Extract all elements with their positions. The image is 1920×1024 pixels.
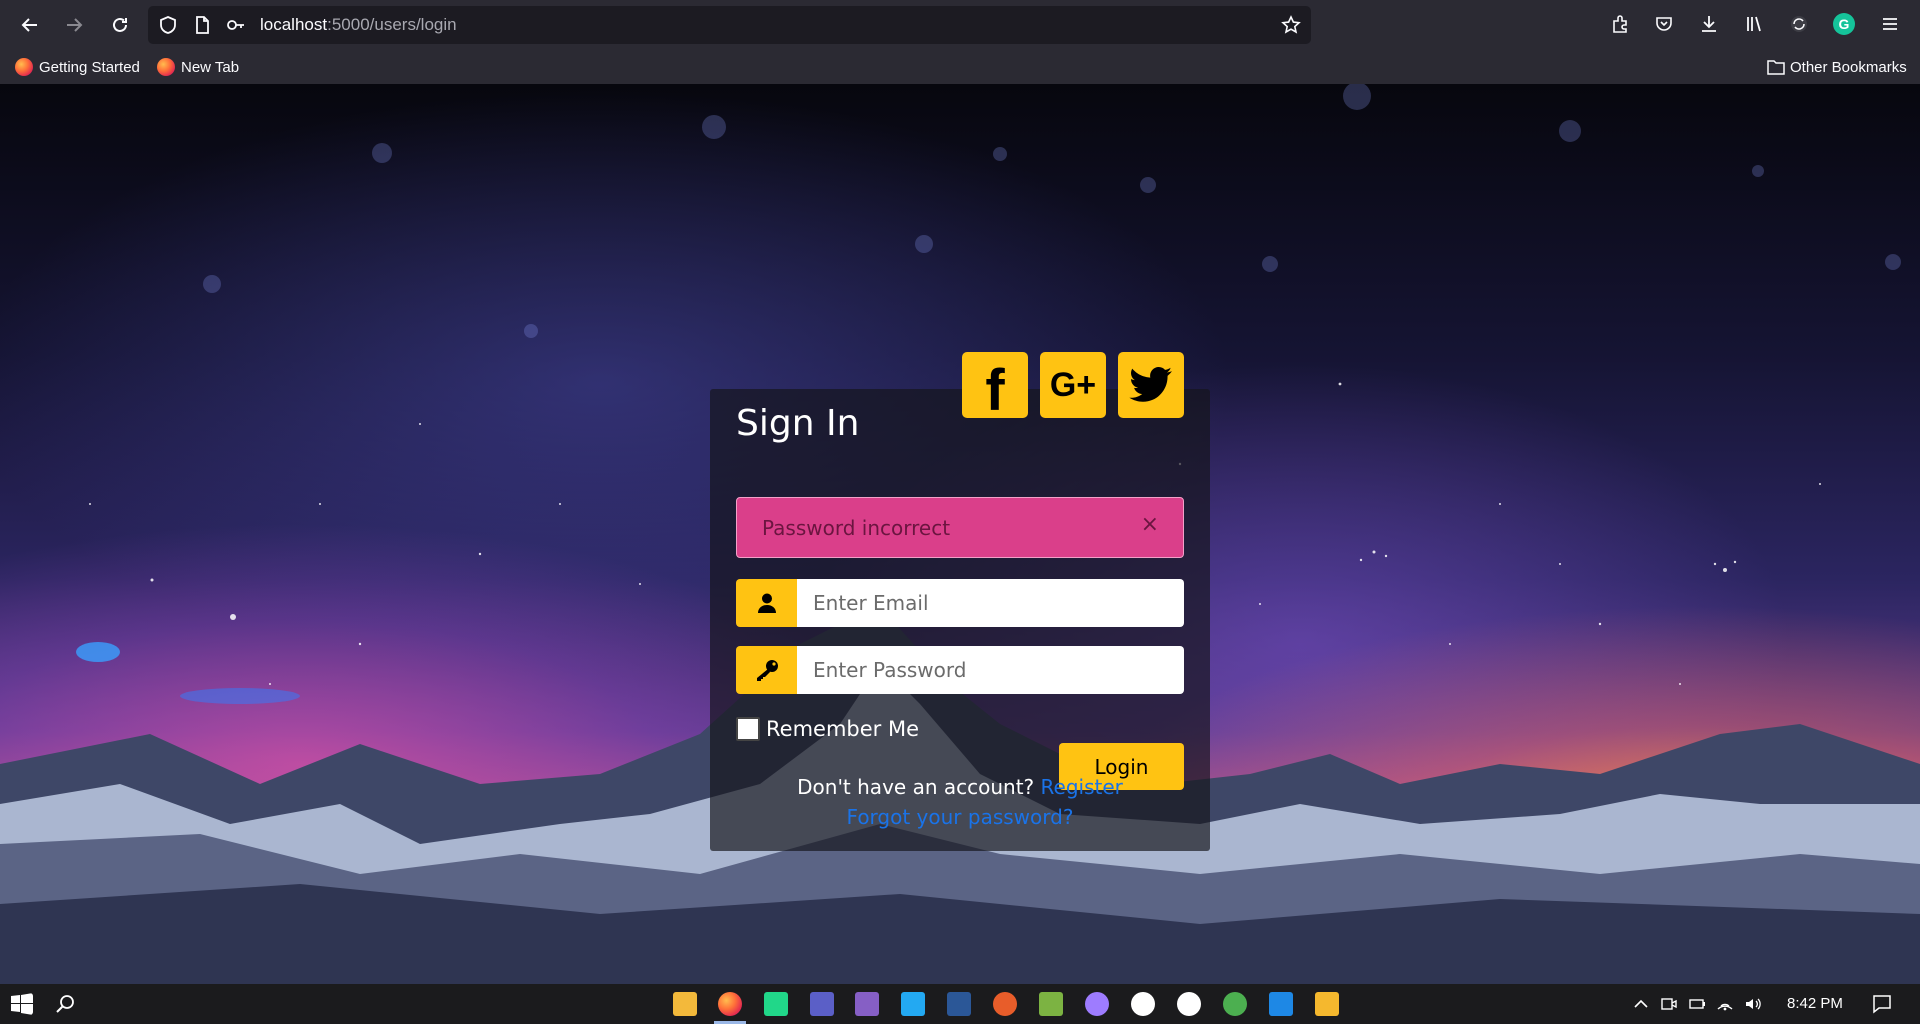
google-plus-button[interactable]: G+ [1040,352,1106,418]
file-explorer-icon[interactable] [673,992,697,1016]
volume-icon[interactable] [1744,995,1762,1013]
pycharm-icon[interactable] [764,992,788,1016]
bookmark-getting-started[interactable]: Getting Started [15,57,140,77]
pocket-icon[interactable] [1654,14,1674,34]
alert-message: Password incorrect [762,516,951,540]
folder-icon [1767,60,1785,75]
address-bar[interactable]: localhost:5000/users/login [148,6,1311,44]
twitter-button[interactable] [1118,352,1184,418]
alert-close-button[interactable]: × [1141,514,1159,536]
key-icon[interactable] [226,15,246,35]
forgot-password-link[interactable]: Forgot your password? [847,805,1074,829]
browser-toolbar: localhost:5000/users/login G [0,0,1920,50]
forward-button[interactable] [58,9,90,41]
password-input-group [736,646,1184,694]
back-arrow-icon [21,18,37,32]
chevron-up-icon[interactable] [1632,995,1650,1013]
page-icon[interactable] [192,15,212,35]
remember-checkbox[interactable] [736,717,760,741]
url-path: :5000/users/login [327,15,457,34]
wifi-icon[interactable] [1716,995,1734,1013]
battery-icon[interactable] [1688,995,1706,1013]
teams-icon[interactable] [810,992,834,1016]
user-icon [736,579,797,627]
notifications-icon[interactable] [1871,993,1893,1015]
taskbar: 8:42 PM [0,984,1920,1024]
facebook-icon: f [985,357,1005,423]
url-host: localhost [260,15,328,34]
google-plus-icon: G+ [1049,365,1097,404]
twitter-icon [1129,367,1172,402]
register-prompt: Don't have an account? Register [710,775,1210,799]
error-alert: Password incorrect × [736,497,1184,558]
bookmark-label: New Tab [181,58,240,76]
firefox-icon [157,58,175,76]
app-icon-1[interactable] [993,992,1017,1016]
downloads-icon[interactable] [1699,14,1719,34]
app-icon-4[interactable] [1177,992,1201,1016]
firefox-taskbar-icon[interactable] [714,992,746,1024]
clock[interactable]: 8:42 PM [1787,995,1843,1012]
app-icon-7[interactable] [1315,992,1339,1016]
visual-studio-icon[interactable] [855,992,879,1016]
bookmark-new-tab[interactable]: New Tab [157,57,239,77]
app-icon-5[interactable] [1223,992,1247,1016]
forward-arrow-icon [67,18,83,32]
vscode-icon[interactable] [901,992,925,1016]
forgot-prompt: Forgot your password? [710,805,1210,829]
bookmark-star-icon[interactable] [1281,15,1301,35]
app-icon-6[interactable] [1269,992,1293,1016]
camera-icon[interactable] [1660,995,1678,1013]
bookmark-label: Getting Started [39,58,140,76]
register-link[interactable]: Register [1041,775,1123,799]
remember-label: Remember Me [766,717,919,741]
app-icon-3[interactable] [1085,992,1109,1016]
firefox-icon [15,58,33,76]
menu-icon[interactable] [1880,14,1900,34]
password-field[interactable] [797,646,1184,694]
search-icon[interactable] [55,994,75,1014]
extensions-icon[interactable] [1610,14,1630,34]
facebook-button[interactable]: f [962,352,1028,423]
login-card: Sign In f G+ Password incorrect × Enter … [710,352,1210,851]
other-bookmarks-label: Other Bookmarks [1790,58,1907,76]
grammarly-icon[interactable]: G [1833,13,1855,35]
library-icon[interactable] [1745,14,1765,34]
page-background: Sign In f G+ Password incorrect × Enter … [0,84,1920,984]
email-field[interactable] [797,579,1184,627]
back-button[interactable] [14,9,46,41]
app-icon-2[interactable] [1039,992,1063,1016]
word-icon[interactable] [947,992,971,1016]
reload-button[interactable] [104,9,136,41]
key-icon [736,646,797,694]
sync-extension-icon[interactable] [1789,14,1809,34]
remember-me: Remember Me [736,717,919,741]
bookmarks-toolbar: Getting Started New Tab Other Bookmarks [0,50,1920,84]
page-title: Sign In [736,403,860,444]
url-text[interactable]: localhost:5000/users/login [260,15,457,35]
email-input-group [736,579,1184,627]
github-icon[interactable] [1131,992,1155,1016]
other-bookmarks[interactable]: Other Bookmarks [1767,57,1907,77]
reload-icon [113,17,127,32]
windows-start-icon[interactable] [11,993,33,1015]
no-account-text: Don't have an account? [797,775,1035,799]
shield-icon[interactable] [158,15,178,35]
